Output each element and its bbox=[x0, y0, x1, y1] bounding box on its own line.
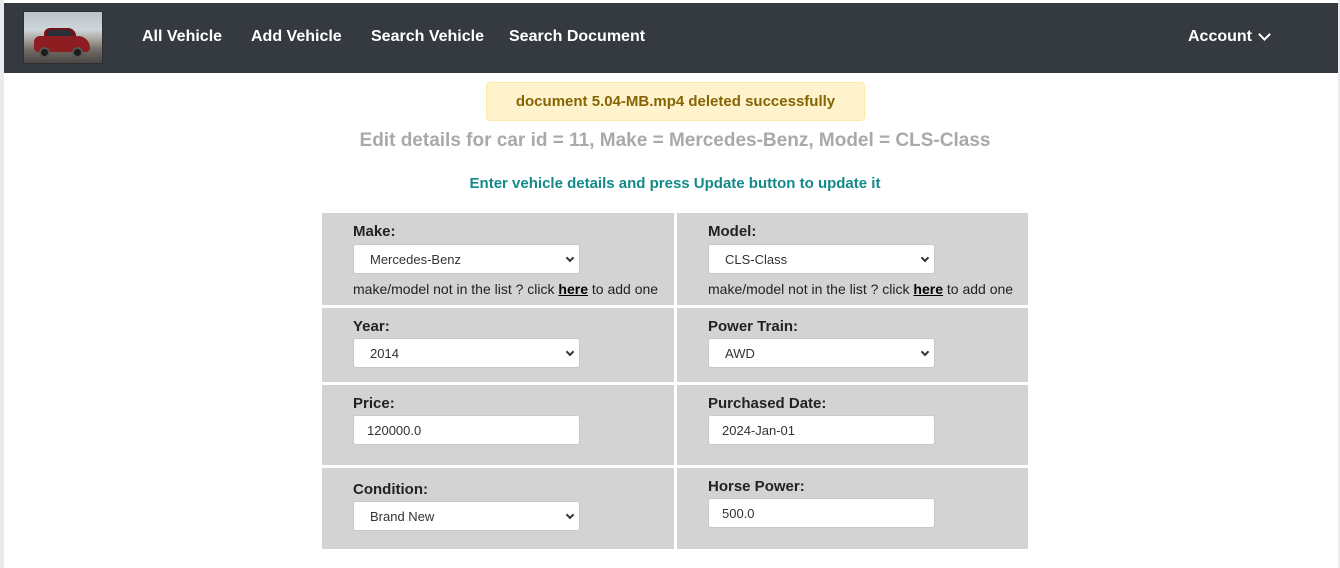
model-select[interactable]: CLS-Class bbox=[708, 244, 935, 274]
add-model-link[interactable]: here bbox=[913, 281, 943, 297]
chevron-down-icon bbox=[565, 510, 575, 520]
chevron-down-icon bbox=[565, 347, 575, 357]
condition-cell: Condition: Brand New bbox=[322, 468, 674, 549]
chevron-down-icon bbox=[920, 253, 930, 263]
price-input[interactable]: 120000.0 bbox=[353, 415, 580, 445]
power-train-select[interactable]: AWD bbox=[708, 338, 935, 368]
page-left-border bbox=[0, 0, 4, 568]
nav-search-document[interactable]: Search Document bbox=[509, 28, 645, 46]
nav-all-vehicle[interactable]: All Vehicle bbox=[142, 28, 222, 46]
power-train-select-value: AWD bbox=[725, 345, 755, 361]
purchased-date-label: Purchased Date: bbox=[708, 395, 827, 412]
model-select-value: CLS-Class bbox=[725, 251, 788, 267]
year-select[interactable]: 2014 bbox=[353, 338, 580, 368]
price-label: Price: bbox=[353, 395, 395, 412]
model-cell: Model: CLS-Class make/model not in the l… bbox=[677, 213, 1028, 305]
power-train-label: Power Train: bbox=[708, 318, 799, 335]
add-make-link[interactable]: here bbox=[558, 281, 588, 297]
vehicle-edit-form: Make: Mercedes-Benz make/model not in th… bbox=[322, 213, 1028, 549]
make-label: Make: bbox=[353, 223, 396, 240]
make-cell: Make: Mercedes-Benz make/model not in th… bbox=[322, 213, 674, 305]
chevron-down-icon bbox=[920, 347, 930, 357]
condition-select[interactable]: Brand New bbox=[353, 501, 580, 531]
nav-search-vehicle[interactable]: Search Vehicle bbox=[371, 28, 484, 46]
horse-power-input[interactable]: 500.0 bbox=[708, 498, 935, 528]
horse-power-cell: Horse Power: 500.0 bbox=[677, 468, 1028, 549]
horse-power-label: Horse Power: bbox=[708, 478, 805, 495]
power-train-cell: Power Train: AWD bbox=[677, 308, 1028, 382]
condition-select-value: Brand New bbox=[370, 508, 435, 524]
purchased-date-cell: Purchased Date: 2024-Jan-01 bbox=[677, 385, 1028, 465]
year-cell: Year: 2014 bbox=[322, 308, 674, 382]
make-select[interactable]: Mercedes-Benz bbox=[353, 244, 580, 274]
form-instructions: Enter vehicle details and press Update b… bbox=[469, 175, 881, 192]
make-add-hint: make/model not in the list ? click here … bbox=[353, 281, 659, 297]
condition-label: Condition: bbox=[353, 481, 428, 498]
model-add-hint: make/model not in the list ? click here … bbox=[708, 281, 1014, 297]
price-cell: Price: 120000.0 bbox=[322, 385, 674, 465]
page-title: Edit details for car id = 11, Make = Mer… bbox=[359, 130, 991, 151]
model-label: Model: bbox=[708, 223, 757, 240]
chevron-down-icon bbox=[1258, 28, 1271, 41]
year-select-value: 2014 bbox=[370, 345, 399, 361]
make-select-value: Mercedes-Benz bbox=[370, 251, 462, 267]
account-label: Account bbox=[1188, 28, 1252, 45]
year-label: Year: bbox=[353, 318, 390, 335]
success-alert: document 5.04-MB.mp4 deleted successfull… bbox=[486, 82, 865, 121]
brand-logo-car-image[interactable] bbox=[23, 11, 103, 64]
account-menu[interactable]: Account bbox=[1188, 28, 1271, 46]
chevron-down-icon bbox=[565, 253, 575, 263]
top-navbar: All Vehicle Add Vehicle Search Vehicle S… bbox=[4, 3, 1338, 73]
purchased-date-input[interactable]: 2024-Jan-01 bbox=[708, 415, 935, 445]
nav-add-vehicle[interactable]: Add Vehicle bbox=[251, 28, 342, 46]
